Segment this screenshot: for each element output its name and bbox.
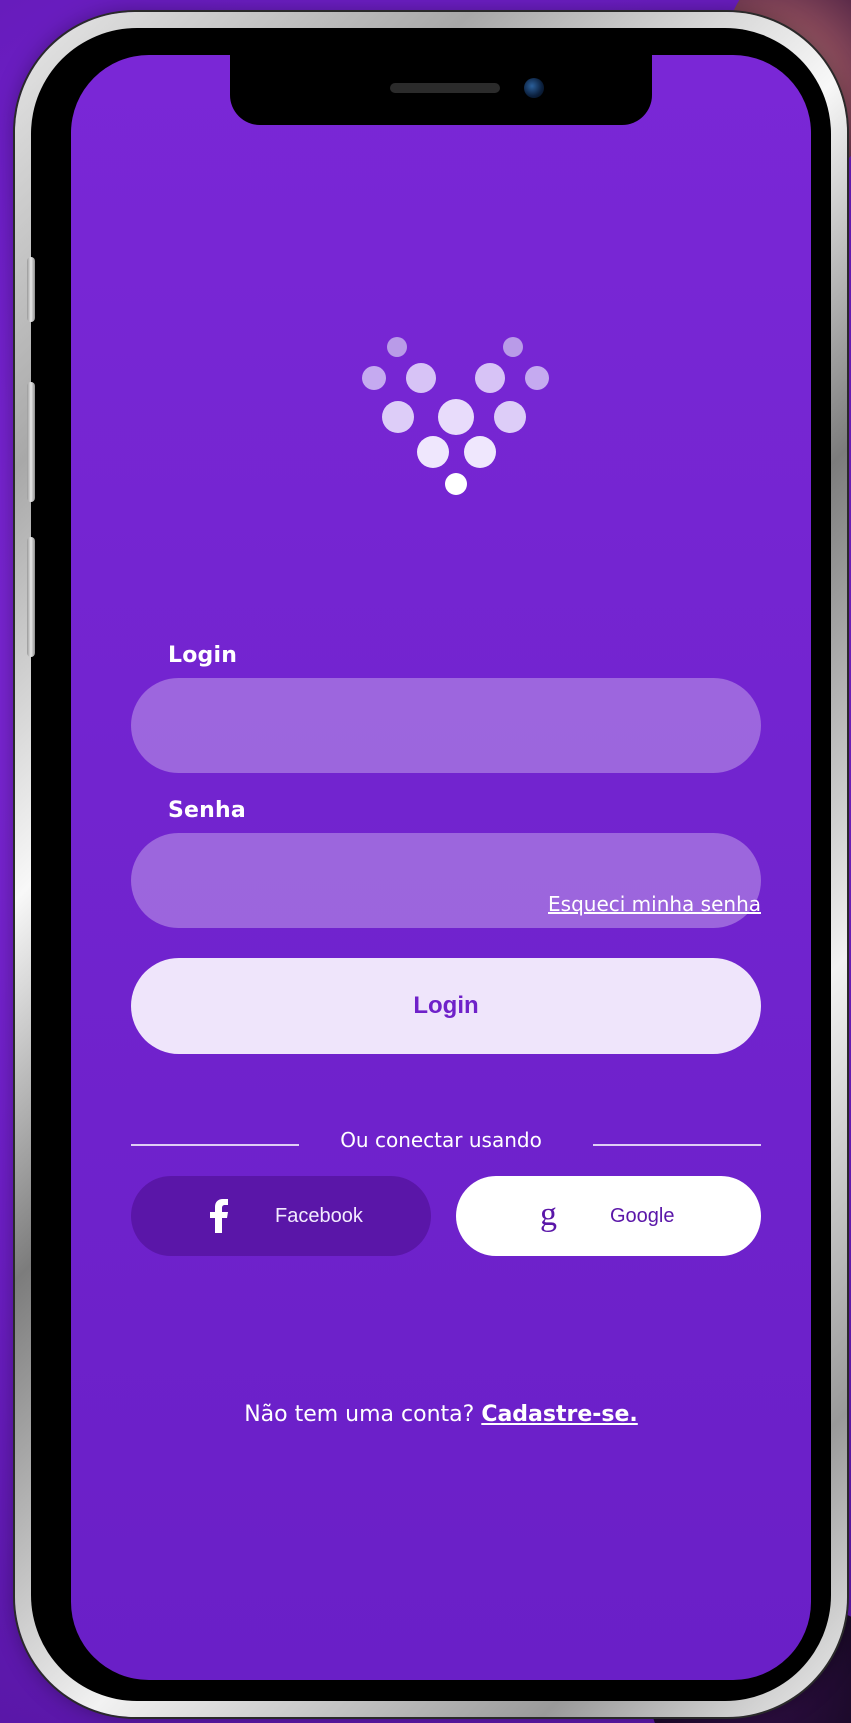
password-label: Senha xyxy=(168,798,246,823)
divider-line-left xyxy=(131,1144,299,1146)
logo-dot xyxy=(387,337,407,357)
facebook-icon xyxy=(199,1196,239,1236)
heart-dots-logo xyxy=(361,315,551,495)
signup-prompt-text: Não tem uma conta? xyxy=(244,1402,475,1427)
logo-dot xyxy=(382,401,414,433)
app-screen: Login Senha Esqueci minha senha Login Ou… xyxy=(71,55,811,1680)
logo-dot xyxy=(438,399,474,435)
earpiece-speaker xyxy=(390,83,500,93)
phone-volume-up-button xyxy=(27,382,35,502)
logo-dot xyxy=(525,366,549,390)
signup-link[interactable]: Cadastre-se. xyxy=(481,1402,637,1427)
svg-text:g: g xyxy=(540,1196,557,1233)
signup-prompt: Não tem uma conta? Cadastre-se. xyxy=(71,1402,811,1427)
phone-volume-down-button xyxy=(27,537,35,657)
facebook-login-button[interactable]: Facebook xyxy=(131,1176,431,1256)
login-label: Login xyxy=(168,643,238,668)
google-icon: g xyxy=(532,1196,572,1236)
logo-dot xyxy=(445,473,467,495)
divider-line-right xyxy=(593,1144,761,1146)
social-divider-text: Ou conectar usando xyxy=(340,1128,542,1152)
google-button-label: Google xyxy=(610,1204,675,1227)
device-mockup-stage: Login Senha Esqueci minha senha Login Ou… xyxy=(0,0,851,1723)
forgot-password-link[interactable]: Esqueci minha senha xyxy=(548,892,761,916)
logo-dot xyxy=(494,401,526,433)
logo-dot xyxy=(464,436,496,468)
logo-dot xyxy=(362,366,386,390)
logo-dot xyxy=(503,337,523,357)
facebook-button-label: Facebook xyxy=(275,1204,363,1227)
phone-notch xyxy=(230,55,652,125)
front-camera xyxy=(524,78,544,98)
login-input[interactable] xyxy=(131,678,761,773)
logo-dot xyxy=(406,363,436,393)
login-button[interactable]: Login xyxy=(131,958,761,1054)
google-login-button[interactable]: g Google xyxy=(456,1176,761,1256)
phone-mute-switch xyxy=(27,257,35,322)
logo-dot xyxy=(475,363,505,393)
logo-dot xyxy=(417,436,449,468)
